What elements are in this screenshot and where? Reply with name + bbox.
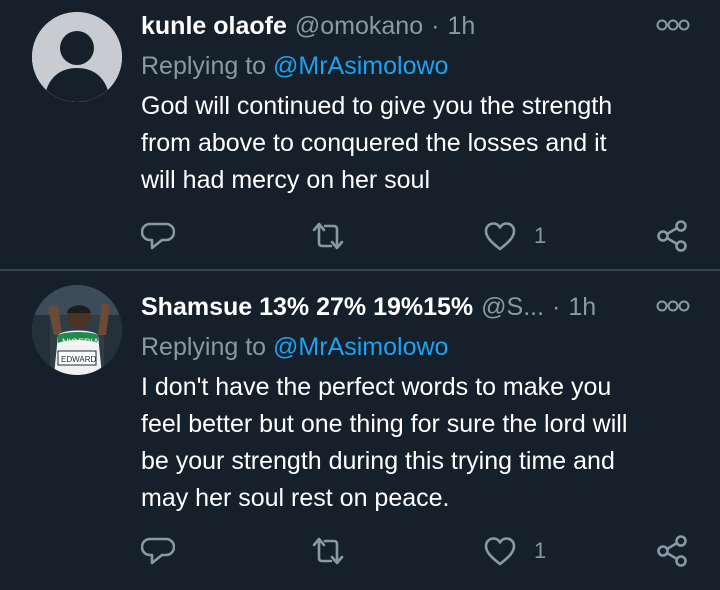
more-options-icon	[656, 19, 690, 31]
more-options-icon	[656, 300, 690, 312]
avatar[interactable]	[32, 12, 122, 102]
tweet-text: God will continued to give you the stren…	[141, 88, 701, 199]
replying-to: Replying to @MrAsimolowo	[141, 333, 448, 362]
tweet-kunle-olaofe[interactable]: kunle olaofe @omokano · 1h Replying to @…	[0, 0, 720, 270]
tweet-text-line: be your strength during this trying time…	[141, 447, 615, 475]
like-count: 1	[534, 538, 547, 563]
display-name[interactable]: kunle olaofe	[141, 12, 287, 41]
avatar-badge-text: NIGERIA	[62, 337, 99, 347]
like-icon	[484, 222, 516, 251]
tweet-text: I don't have the perfect words to make y…	[141, 369, 701, 517]
share-icon	[657, 220, 687, 252]
tweet-text-line: will had mercy on her soul	[141, 166, 431, 194]
reply-button[interactable]	[141, 216, 175, 256]
like-icon	[484, 537, 516, 566]
replying-prefix: Replying to	[141, 333, 267, 361]
mention-link[interactable]: @MrAsimolowo	[273, 52, 448, 80]
reply-icon	[141, 537, 175, 565]
retweet-icon	[312, 222, 344, 250]
tweet-text-line: I don't have the perfect words to make y…	[141, 373, 612, 401]
timestamp[interactable]: 1h	[568, 293, 596, 322]
tweet-actions: 1	[0, 216, 720, 256]
tweet-text-line: may her soul rest on peace.	[141, 484, 450, 512]
avatar[interactable]: NIGERIA EDWARD	[32, 285, 122, 375]
more-options-button[interactable]	[656, 299, 690, 313]
tweet-header: kunle olaofe @omokano · 1h	[141, 10, 475, 42]
display-name[interactable]: Shamsue 13% 27% 19%15%	[141, 293, 473, 322]
user-handle[interactable]: @S...	[481, 293, 544, 322]
tweet-header: Shamsue 13% 27% 19%15% @S... · 1h	[141, 291, 596, 323]
default-avatar-icon	[32, 12, 122, 102]
like-button[interactable]: 1	[484, 216, 546, 256]
more-options-button[interactable]	[656, 18, 690, 32]
separator-dot: ·	[552, 292, 561, 321]
tweet-text-line: from above to conquered the losses and i…	[141, 129, 607, 157]
tweet-text-line: God will continued to give you the stren…	[141, 92, 613, 120]
retweet-button[interactable]	[310, 216, 346, 256]
share-icon	[657, 535, 687, 567]
share-button[interactable]	[655, 216, 689, 256]
retweet-icon	[312, 537, 344, 565]
tweet-shamsue[interactable]: NIGERIA EDWARD Shamsue 13% 27% 19%15% @S…	[0, 271, 720, 590]
retweet-button[interactable]	[310, 531, 346, 571]
reply-icon	[141, 222, 175, 250]
tweet-text-line: feel better but one thing for sure the l…	[141, 410, 628, 438]
like-button[interactable]: 1	[484, 531, 546, 571]
reply-button[interactable]	[141, 531, 175, 571]
athlete-avatar-photo: NIGERIA EDWARD	[32, 285, 122, 375]
separator-dot: ·	[431, 11, 440, 40]
replying-prefix: Replying to	[141, 52, 267, 80]
tweet-actions: 1	[0, 531, 720, 571]
avatar-bib-text: EDWARD	[61, 355, 96, 364]
like-count: 1	[534, 223, 547, 248]
mention-link[interactable]: @MrAsimolowo	[273, 333, 448, 361]
timestamp[interactable]: 1h	[447, 12, 475, 41]
user-handle[interactable]: @omokano	[295, 12, 423, 41]
share-button[interactable]	[655, 531, 689, 571]
replying-to: Replying to @MrAsimolowo	[141, 52, 448, 81]
